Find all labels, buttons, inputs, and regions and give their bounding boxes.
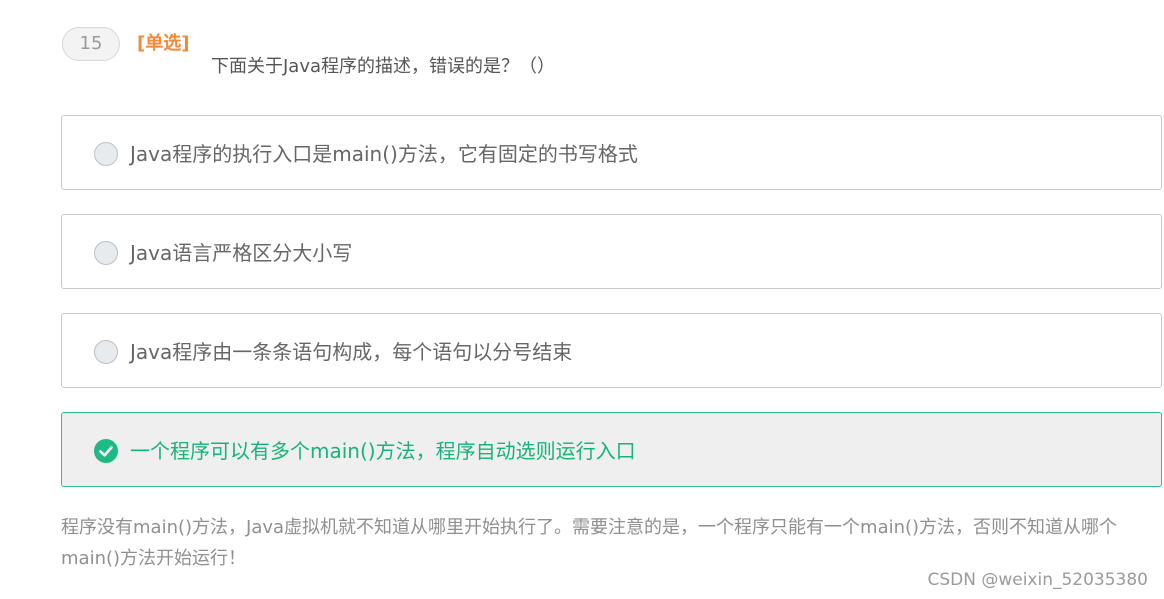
option-label: Java程序的执行入口是main()方法，它有固定的书写格式 — [130, 142, 638, 166]
answer-explanation: 程序没有main()方法，Java虚拟机就不知道从哪里开始执行了。需要注意的是，… — [61, 517, 1118, 569]
option-label: Java程序由一条条语句构成，每个语句以分号结束 — [130, 340, 573, 364]
csdn-watermark: CSDN @weixin_52035380 — [927, 570, 1148, 590]
radio-circle-icon[interactable] — [94, 340, 118, 364]
option-a[interactable]: Java程序的执行入口是main()方法，它有固定的书写格式 — [61, 115, 1162, 190]
question-text: 下面关于Java程序的描述，错误的是？（） — [211, 56, 556, 77]
option-label: 一个程序可以有多个main()方法，程序自动选则运行入口 — [130, 439, 636, 463]
option-c[interactable]: Java程序由一条条语句构成，每个语句以分号结束 — [61, 313, 1162, 388]
question-number-badge: 15 — [62, 27, 120, 61]
question-type-label: [单选] — [137, 33, 190, 54]
check-circle-icon[interactable] — [94, 439, 118, 463]
option-label: Java语言严格区分大小写 — [130, 241, 353, 265]
radio-circle-icon[interactable] — [94, 241, 118, 265]
option-b[interactable]: Java语言严格区分大小写 — [61, 214, 1162, 289]
question-page: 15 [单选] 下面关于Java程序的描述，错误的是？（） Java程序的执行入… — [0, 0, 1164, 599]
radio-circle-icon[interactable] — [94, 142, 118, 166]
option-d-selected[interactable]: 一个程序可以有多个main()方法，程序自动选则运行入口 — [61, 412, 1162, 487]
